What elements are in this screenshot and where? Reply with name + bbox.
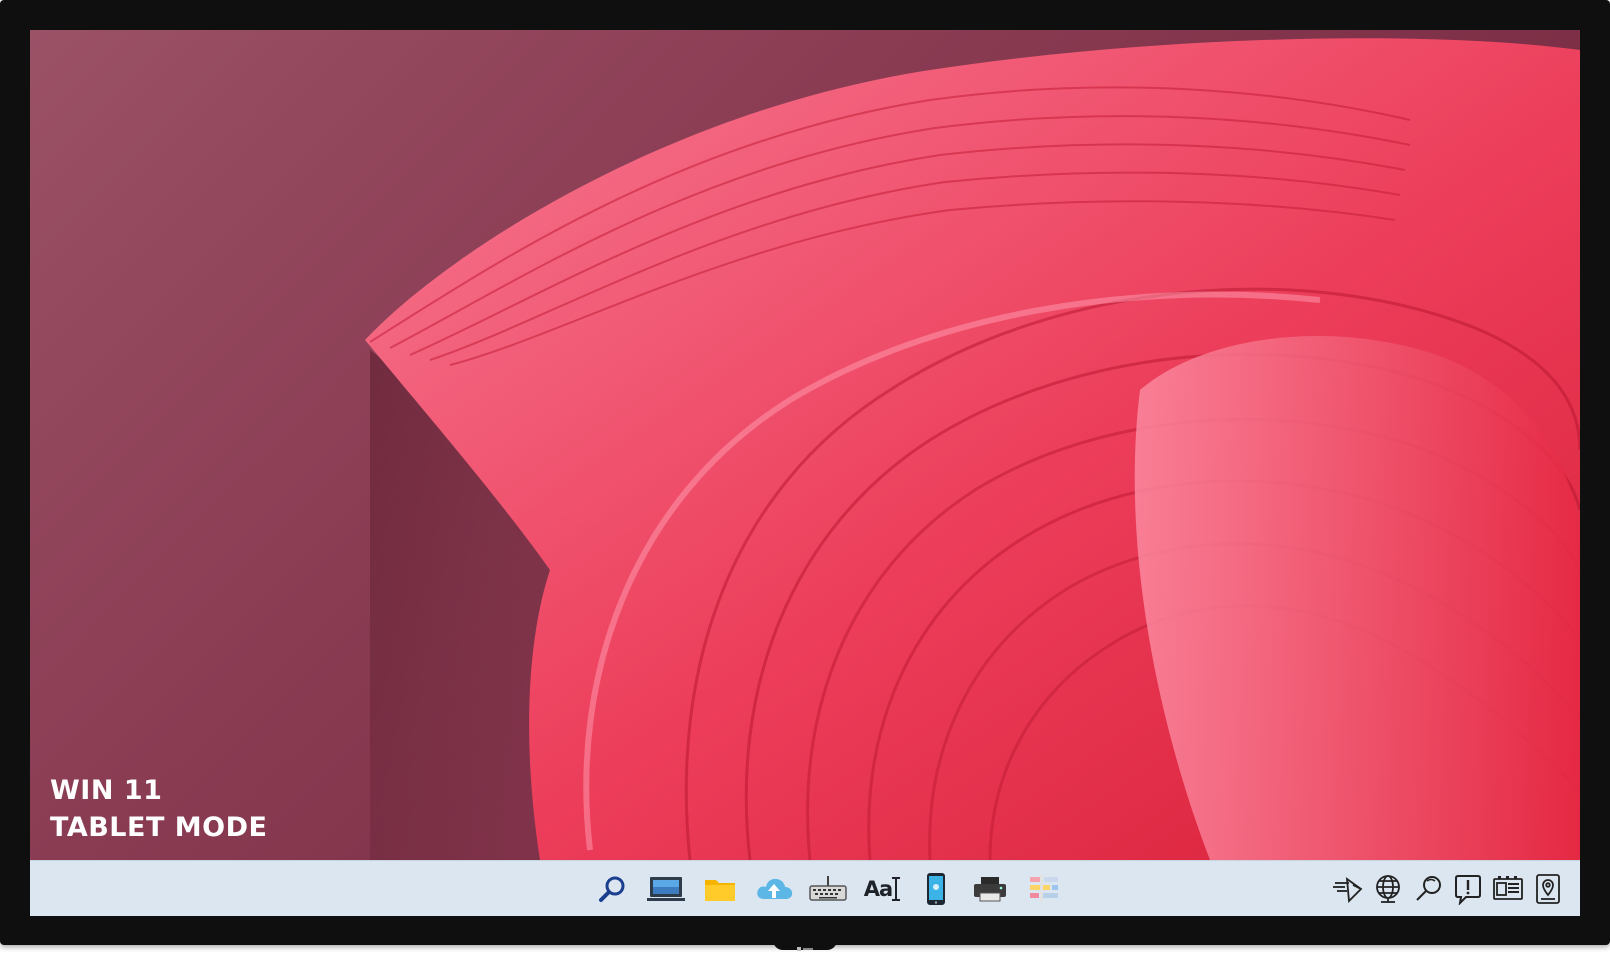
file-explorer-button[interactable]: [698, 867, 742, 911]
news-widget-icon: [1493, 876, 1523, 900]
notification-alert-icon: [1455, 875, 1481, 905]
taskbar-pinned-apps: Aa: [590, 867, 1066, 911]
printer-icon: [974, 877, 1006, 902]
system-tray: [1330, 867, 1566, 911]
location-icon: [1536, 874, 1560, 904]
desktop-caption: WIN 11 TABLET MODE: [50, 772, 267, 846]
desktop-button[interactable]: [644, 867, 688, 911]
font-icon: Aa: [863, 877, 893, 901]
phone-link-button[interactable]: [914, 867, 958, 911]
fonts-button[interactable]: Aa: [860, 867, 904, 911]
caption-line-2: TABLET MODE: [50, 812, 268, 843]
taskbar: Aa: [30, 860, 1580, 916]
folder-icon: [705, 880, 735, 901]
settings-icon: [1030, 874, 1058, 902]
search-button[interactable]: [590, 867, 634, 911]
desktop-screen: WIN 11 TABLET MODE Aa: [30, 30, 1580, 916]
touch-keyboard-icon: [809, 876, 847, 901]
notifications-button[interactable]: [1450, 869, 1486, 909]
text-cursor-icon: [892, 877, 901, 901]
monitor-stand: [773, 940, 837, 951]
touch-keyboard-button[interactable]: [806, 867, 850, 911]
settings-button[interactable]: [1022, 867, 1066, 911]
network-transfer-button[interactable]: [1330, 869, 1366, 909]
magnifier-button[interactable]: [1410, 869, 1446, 909]
monitor-bezel: WIN 11 TABLET MODE Aa: [0, 0, 1610, 945]
globe-icon: [1376, 875, 1400, 903]
caption-line-1: WIN 11: [50, 775, 163, 806]
cloud-upload-button[interactable]: [752, 867, 796, 911]
network-transfer-icon: [1333, 877, 1363, 903]
cloud-upload-icon: [757, 878, 793, 899]
location-button[interactable]: [1530, 869, 1566, 909]
wallpaper: [365, 38, 1580, 860]
desktop-icon: [647, 877, 685, 901]
globe-button[interactable]: [1370, 869, 1406, 909]
printer-button[interactable]: [968, 867, 1012, 911]
phone-icon: [927, 873, 945, 905]
news-widget-button[interactable]: [1490, 869, 1526, 909]
magnifier-icon: [1416, 876, 1441, 901]
search-icon: [599, 876, 625, 902]
